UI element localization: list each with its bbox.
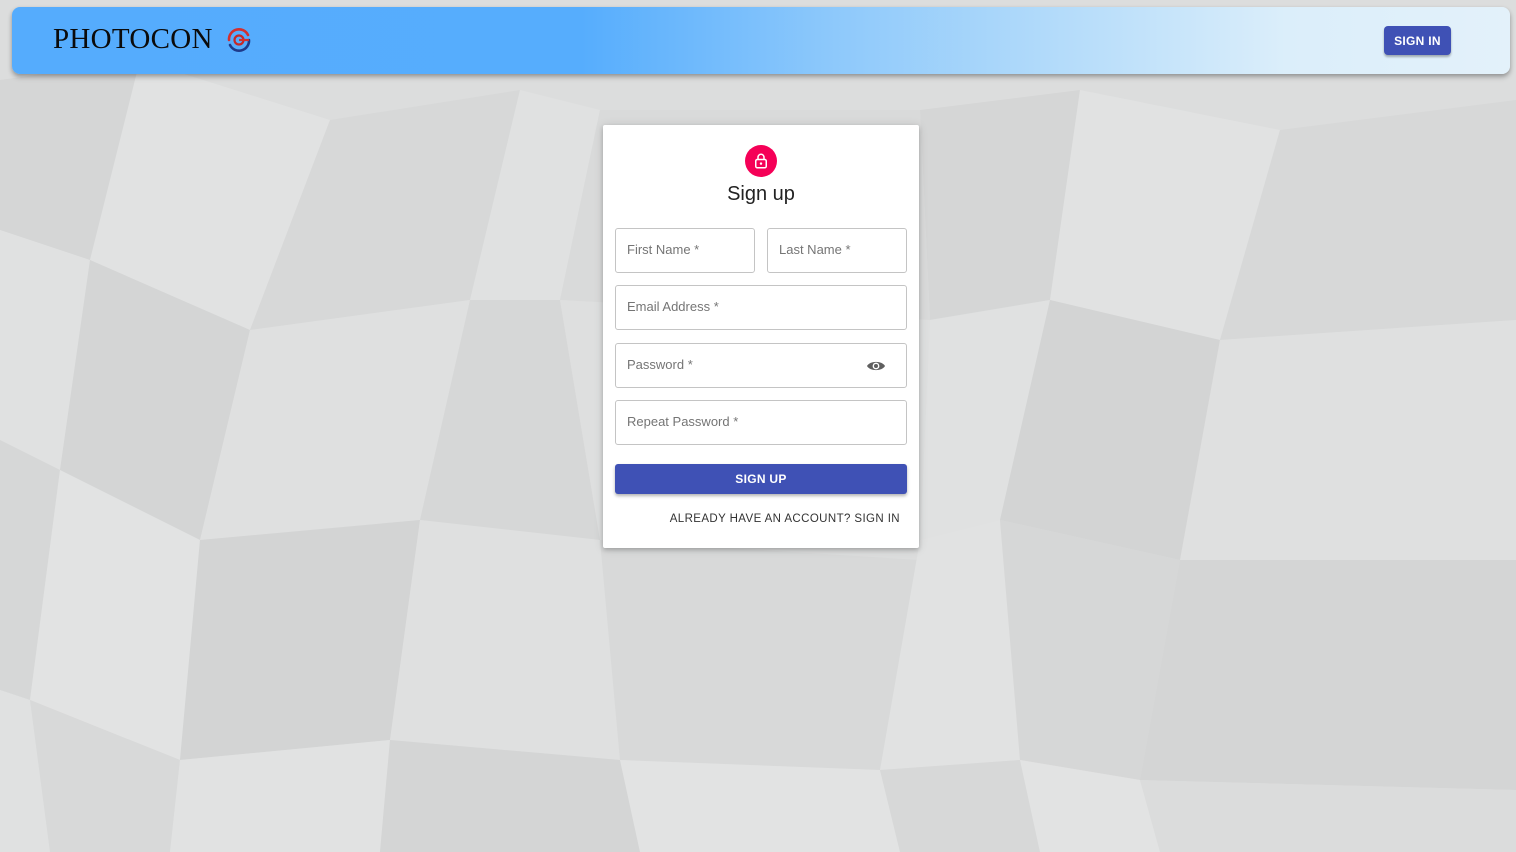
password-placeholder: Password * [627, 357, 693, 372]
lock-icon [755, 153, 767, 169]
signup-card: Sign up First Name * Last Name * Email A… [603, 125, 919, 548]
last-name-field[interactable]: Last Name * [767, 228, 907, 273]
brand-name: PHOTOCON [53, 23, 213, 55]
photocon-logo-icon [227, 27, 251, 52]
signup-button[interactable]: SIGN UP [615, 464, 907, 494]
eye-icon[interactable] [866, 359, 886, 373]
signin-link[interactable]: ALREADY HAVE AN ACCOUNT? SIGN IN [670, 513, 900, 525]
email-field[interactable]: Email Address * [615, 285, 907, 330]
page-title: Sign up [727, 183, 795, 205]
password-field[interactable]: Password * [615, 343, 907, 388]
header-signin-button[interactable]: SIGN IN [1384, 26, 1451, 55]
first-name-field[interactable]: First Name * [615, 228, 755, 273]
lock-avatar [745, 145, 777, 177]
first-name-placeholder: First Name * [627, 242, 700, 257]
repeat-password-field[interactable]: Repeat Password * [615, 400, 907, 445]
last-name-placeholder: Last Name * [779, 242, 851, 257]
repeat-password-placeholder: Repeat Password * [627, 414, 739, 429]
email-placeholder: Email Address * [627, 299, 719, 314]
app-bar: PHOTOCON SIGN IN [12, 7, 1510, 74]
brand[interactable]: PHOTOCON [53, 23, 253, 56]
